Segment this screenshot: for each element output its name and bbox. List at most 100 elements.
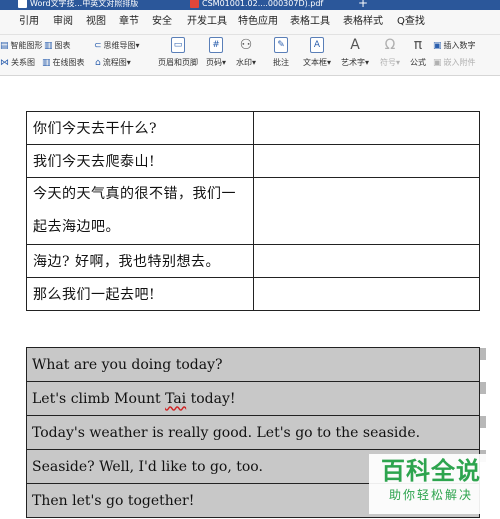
insert-number-icon: ▣ bbox=[433, 41, 442, 51]
watermark-slogan: 助你轻松解决 bbox=[388, 488, 473, 502]
menu-security[interactable]: 安全 bbox=[152, 10, 172, 34]
site-watermark: 百科全说 助你轻松解决 bbox=[369, 454, 493, 514]
textbox-button[interactable]: A 文本框▾ bbox=[300, 37, 334, 68]
table-row: 那么我们一起去吧! bbox=[26, 277, 480, 311]
cell-text: today! bbox=[186, 390, 236, 407]
formula-button[interactable]: π 公式 bbox=[408, 37, 428, 68]
header-footer-button[interactable]: ▭ 页眉和页脚 bbox=[157, 37, 199, 68]
menu-developer-tools[interactable]: 开发工具 bbox=[187, 10, 227, 34]
formula-label: 公式 bbox=[410, 58, 426, 67]
menu-table-style[interactable]: 表格样式 bbox=[343, 10, 383, 34]
embed-attachment-label: 嵌入附件 bbox=[443, 58, 476, 67]
menu-review[interactable]: 审阅 bbox=[53, 10, 73, 34]
menu-references[interactable]: 引用 bbox=[19, 10, 39, 34]
header-footer-icon: ▭ bbox=[171, 37, 185, 53]
relation-icon: ⋈ bbox=[0, 58, 9, 68]
table-cell[interactable]: 你们今天去干什么? bbox=[26, 111, 254, 145]
table-row: Today's weather is really good. Let's go… bbox=[26, 415, 480, 450]
table-cell[interactable]: Today's weather is really good. Let's go… bbox=[26, 415, 480, 450]
toolbar: ▤ 智能图形 ▥ 图表 ⊂ 思维导图▾ ⋈ 关系图 ▥ 在线图表 ⌂ 流程图▾ ▭ 页眉和页脚… bbox=[0, 35, 500, 76]
row-handle[interactable] bbox=[480, 348, 486, 360]
wordart-label: 艺术字 bbox=[340, 58, 365, 67]
smartart-label: 智能图形 bbox=[10, 41, 43, 50]
table-row: 我们今天去爬泰山! bbox=[26, 144, 480, 178]
menu-table-tools[interactable]: 表格工具 bbox=[290, 10, 330, 34]
document-tab-word[interactable]: Word文字技...中英文对照排版 bbox=[18, 0, 138, 10]
spellcheck-word: Tai bbox=[165, 390, 187, 407]
chart-button[interactable]: ▥ 图表 bbox=[44, 39, 71, 53]
chevron-down-icon: ▾ bbox=[395, 58, 400, 67]
relation-label: 关系图 bbox=[11, 58, 35, 67]
wordart-button[interactable]: A 艺术字▾ bbox=[338, 37, 372, 68]
table-cell[interactable]: Let's climb Mount Tai today! bbox=[26, 381, 480, 416]
table-row: What are you doing today? bbox=[26, 347, 480, 382]
table-cell-empty[interactable] bbox=[253, 144, 480, 178]
comment-label: 批注 bbox=[273, 58, 289, 67]
textbox-label: 文本框 bbox=[302, 58, 327, 67]
textbox-icon: A bbox=[310, 37, 324, 53]
chart-icon: ▥ bbox=[44, 41, 53, 51]
document-tab-pdf[interactable]: CSM01001.02....000307D).pdf bbox=[190, 0, 323, 10]
mindmap-label: 思维导图 bbox=[103, 41, 136, 50]
table-cell-empty[interactable] bbox=[253, 244, 480, 278]
attachment-icon: ▣ bbox=[433, 58, 442, 68]
word-doc-icon bbox=[18, 0, 27, 8]
smartart-button[interactable]: ▤ 智能图形 bbox=[0, 39, 43, 53]
watermark-icon: ⚇ bbox=[239, 37, 253, 53]
table-cell-empty[interactable] bbox=[253, 177, 480, 245]
smartart-icon: ▤ bbox=[0, 41, 9, 51]
cell-line: 起去海边吧。 bbox=[33, 219, 120, 235]
flowchart-button[interactable]: ⌂ 流程图▾ bbox=[95, 56, 131, 70]
symbol-button[interactable]: Ω 符号▾ bbox=[378, 37, 402, 68]
embed-attachment-button[interactable]: ▣ 嵌入附件 bbox=[433, 56, 476, 70]
document-page[interactable]: 你们今天去干什么? 我们今天去爬泰山! 今天的天气真的很不错，我们一 起去海边吧… bbox=[0, 76, 500, 519]
cell-text: Let's climb Mount bbox=[32, 390, 166, 407]
table-cell[interactable]: 那么我们一起去吧! bbox=[26, 277, 254, 311]
document-tab-pdf-label: CSM01001.02....000307D).pdf bbox=[202, 0, 324, 8]
page-number-label: 页码 bbox=[205, 58, 222, 67]
cell-line: 今天的天气真的很不错，我们一 bbox=[33, 186, 236, 202]
table-cell-empty[interactable] bbox=[253, 277, 480, 311]
watermark-label: 水印 bbox=[235, 58, 252, 67]
table-cell[interactable]: 今天的天气真的很不错，我们一 起去海边吧。 bbox=[26, 177, 254, 245]
pdf-doc-icon bbox=[190, 0, 199, 8]
table-cell[interactable]: 我们今天去爬泰山! bbox=[26, 144, 254, 178]
header-footer-label: 页眉和页脚 bbox=[158, 58, 198, 67]
menu-special-features[interactable]: 特色应用 bbox=[238, 10, 278, 34]
row-handle[interactable] bbox=[480, 416, 486, 428]
row-handle[interactable] bbox=[480, 382, 486, 394]
chinese-table: 你们今天去干什么? 我们今天去爬泰山! 今天的天气真的很不错，我们一 起去海边吧… bbox=[26, 111, 480, 311]
mindmap-button[interactable]: ⊂ 思维导图▾ bbox=[94, 39, 140, 53]
document-tab-word-label: Word文字技...中英文对照排版 bbox=[30, 0, 139, 8]
menu-search[interactable]: Q查找 bbox=[397, 10, 425, 34]
chevron-down-icon: ▾ bbox=[251, 58, 256, 67]
comment-button[interactable]: ✎ 批注 bbox=[270, 37, 292, 68]
chevron-down-icon: ▾ bbox=[221, 58, 226, 67]
online-chart-icon: ▥ bbox=[42, 58, 51, 68]
online-chart-label: 在线图表 bbox=[52, 58, 85, 67]
chevron-down-icon: ▾ bbox=[326, 58, 331, 67]
table-row: 你们今天去干什么? bbox=[26, 111, 480, 145]
watermark-brand: 百科全说 bbox=[381, 457, 481, 485]
watermark-button[interactable]: ⚇ 水印▾ bbox=[233, 37, 259, 68]
symbol-label: 符号 bbox=[379, 58, 396, 67]
page-number-button[interactable]: # 页码▾ bbox=[203, 37, 229, 68]
page-number-icon: # bbox=[209, 37, 223, 53]
menu-chapter[interactable]: 章节 bbox=[119, 10, 139, 34]
new-tab-button[interactable]: + bbox=[358, 0, 368, 10]
table-cell[interactable]: 海边? 好啊，我也特别想去。 bbox=[26, 244, 254, 278]
online-chart-button[interactable]: ▥ 在线图表 bbox=[42, 56, 85, 70]
table-row: Let's climb Mount Tai today! bbox=[26, 381, 480, 416]
omega-icon: Ω bbox=[384, 37, 396, 53]
comment-icon: ✎ bbox=[274, 37, 288, 53]
menu-view[interactable]: 视图 bbox=[86, 10, 106, 34]
table-cell[interactable]: What are you doing today? bbox=[26, 347, 480, 382]
insert-number-button[interactable]: ▣ 插入数字 bbox=[433, 39, 476, 53]
mindmap-icon: ⊂ bbox=[94, 41, 102, 51]
ribbon-menu: 引用 审阅 视图 章节 安全 开发工具 特色应用 表格工具 表格样式 Q查找 bbox=[0, 10, 500, 35]
table-cell-empty[interactable] bbox=[253, 111, 480, 145]
chevron-down-icon: ▾ bbox=[135, 41, 140, 50]
flowchart-icon: ⌂ bbox=[95, 58, 101, 68]
wordart-icon: A bbox=[350, 37, 360, 53]
relation-chart-button[interactable]: ⋈ 关系图 bbox=[0, 56, 35, 70]
